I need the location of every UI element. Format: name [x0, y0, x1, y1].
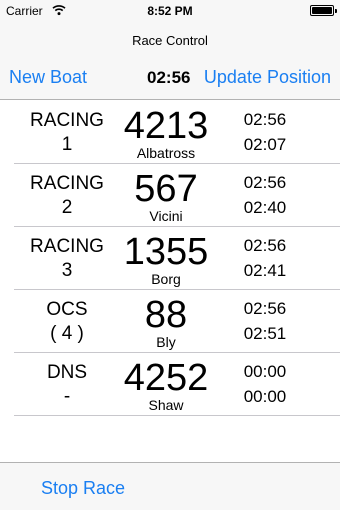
battery-icon: [310, 5, 337, 16]
status-time: 8:52 PM: [147, 4, 193, 18]
boat-time-secondary: 02:41: [243, 261, 287, 280]
navigation-bar: Race Control New Boat 02:56 Update Posit…: [0, 22, 340, 100]
boat-position: 1: [61, 134, 73, 155]
boat-row[interactable]: RACING 1 4213 Albatross 02:56 02:07: [0, 101, 340, 164]
boat-name: Shaw: [148, 397, 184, 413]
boat-position: -: [63, 386, 71, 407]
boat-time-secondary: 02:51: [243, 324, 287, 343]
update-position-button[interactable]: Update Position: [204, 67, 331, 88]
battery-level: [312, 7, 332, 14]
boat-position: 3: [61, 260, 73, 281]
boat-time-primary: 02:56: [243, 173, 287, 192]
sail-number: 88: [144, 294, 188, 336]
boat-row[interactable]: OCS ( 4 ) 88 Bly 02:56 02:51: [0, 290, 340, 353]
boat-name: Vicini: [149, 208, 183, 224]
status-bar: Carrier 8:52 PM: [0, 0, 340, 22]
boat-time-primary: 02:56: [243, 299, 287, 318]
boat-status: DNS: [46, 362, 88, 383]
boat-row[interactable]: RACING 2 567 Vicini 02:56 02:40: [0, 164, 340, 227]
boat-position: 2: [61, 197, 73, 218]
boat-time-primary: 02:56: [243, 236, 287, 255]
sail-number: 567: [134, 168, 198, 210]
boat-time-primary: 02:56: [243, 110, 287, 129]
new-boat-button[interactable]: New Boat: [9, 67, 87, 88]
boat-time-secondary: 02:40: [243, 198, 287, 217]
boat-name: Borg: [151, 271, 181, 287]
sail-number: 4213: [123, 105, 209, 147]
boat-time-primary: 00:00: [243, 362, 287, 381]
boat-status: RACING: [30, 110, 104, 131]
boat-time-secondary: 02:07: [243, 135, 287, 154]
boat-row[interactable]: RACING 3 1355 Borg 02:56 02:41: [0, 227, 340, 290]
race-clock: 02:56: [147, 68, 191, 87]
boat-position: ( 4 ): [50, 323, 84, 344]
boat-list: RACING 1 4213 Albatross 02:56 02:07 RACI…: [0, 101, 340, 416]
boat-status: RACING: [30, 173, 104, 194]
stop-race-button[interactable]: Stop Race: [41, 478, 125, 499]
sail-number: 4252: [123, 357, 209, 399]
page-title: Race Control: [132, 33, 208, 48]
boat-name: Albatross: [136, 145, 196, 161]
bottom-toolbar: Stop Race: [0, 462, 340, 510]
boat-time-secondary: 00:00: [243, 387, 287, 406]
sail-number: 1355: [123, 231, 209, 273]
boat-status: OCS: [46, 299, 88, 320]
boat-row[interactable]: DNS - 4252 Shaw 00:00 00:00: [0, 353, 340, 416]
boat-status: RACING: [30, 236, 104, 257]
boat-name: Bly: [156, 334, 176, 350]
